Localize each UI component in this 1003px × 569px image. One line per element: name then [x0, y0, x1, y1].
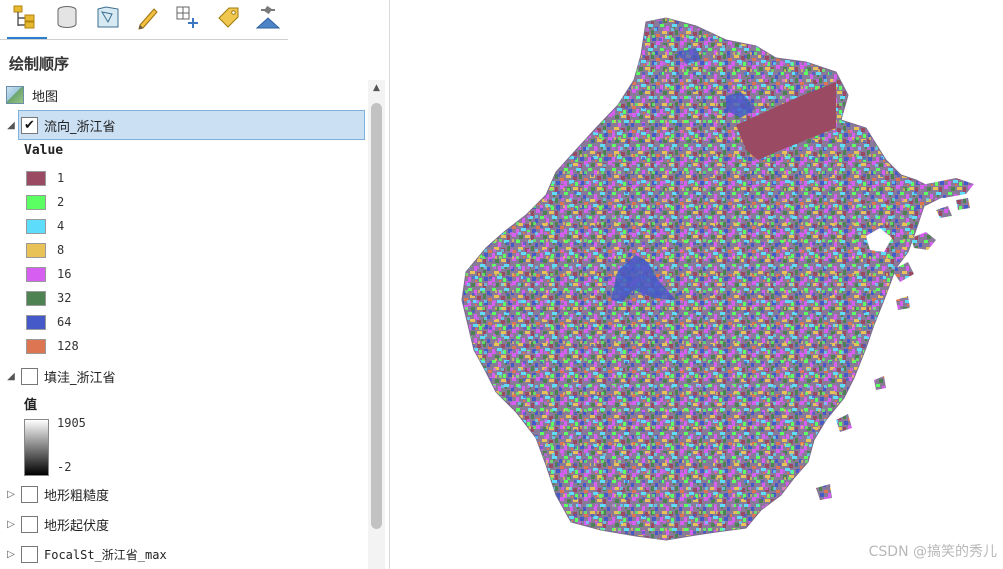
expand-arrow-icon[interactable]: ▷ — [3, 549, 19, 560]
legend-class-item[interactable]: 4 — [26, 217, 64, 235]
layer-label: FocalSt_浙江省_max — [44, 547, 167, 562]
legend-class-item[interactable]: 32 — [26, 289, 71, 307]
layer-label: 地形粗糙度 — [44, 488, 110, 504]
toolbar-divider — [0, 39, 288, 40]
legend-class-label: 8 — [57, 243, 65, 257]
legend-color-swatch[interactable] — [26, 290, 46, 306]
expand-arrow-icon[interactable]: ▷ — [3, 489, 19, 500]
legend-color-swatch[interactable] — [26, 338, 46, 354]
legend-class-item[interactable]: 8 — [26, 241, 64, 259]
legend-color-swatch[interactable] — [26, 194, 46, 210]
legend-class-item[interactable]: 1 — [26, 169, 64, 187]
layer-visibility-checkbox[interactable] — [21, 515, 38, 533]
list-by-perspective-imagery-icon[interactable] — [252, 0, 284, 34]
expand-arrow-icon[interactable]: ▷ — [3, 519, 19, 530]
map-label: 地图 — [32, 89, 59, 105]
layer-label: 流向_浙江省 — [44, 119, 116, 135]
list-by-snapping-icon[interactable] — [171, 0, 203, 34]
legend-heading: 值 — [24, 398, 38, 413]
legend-class-label: 4 — [57, 219, 65, 233]
list-by-labeling-icon[interactable] — [212, 0, 244, 34]
layer-tree: 地图 ◢ ✔ 流向_浙江省 Value 1 2 4 8 16 32 64 128 ◢ 填洼_浙… — [0, 80, 368, 569]
layer-visibility-checkbox[interactable] — [21, 485, 38, 503]
layer-visibility-checkbox[interactable] — [21, 545, 38, 563]
layer-label: 地形起伏度 — [44, 518, 110, 534]
layer-visibility-checkbox[interactable]: ✔ — [21, 116, 38, 134]
legend-class-item[interactable]: 16 — [26, 265, 71, 283]
layer-flow-direction[interactable]: ◢ ✔ 流向_浙江省 — [0, 113, 116, 137]
legend-color-swatch[interactable] — [26, 242, 46, 258]
map-node[interactable]: 地图 — [6, 83, 58, 107]
stretch-color-ramp — [24, 419, 49, 476]
legend-class-item[interactable]: 128 — [26, 337, 79, 355]
map-icon — [6, 86, 24, 104]
list-by-data-source-icon[interactable] — [51, 0, 83, 34]
scroll-thumb[interactable] — [371, 103, 382, 529]
collapse-arrow-icon[interactable]: ◢ — [3, 371, 19, 382]
legend-class-item[interactable]: 2 — [26, 193, 64, 211]
contents-pane: 绘制顺序 地图 ◢ ✔ 流向_浙江省 Value 1 2 4 8 16 32 64 128 ◢… — [0, 0, 390, 569]
layer-visibility-checkbox[interactable] — [21, 367, 38, 385]
layer-focal-statistics[interactable]: ▷ FocalSt_浙江省_max — [0, 542, 167, 566]
contents-scrollbar[interactable]: ▲ — [368, 80, 385, 569]
legend-class-label: 16 — [57, 267, 72, 281]
legend-class-item[interactable]: 64 — [26, 313, 71, 331]
contents-toolbar — [0, 0, 390, 42]
legend-class-label: 1 — [57, 171, 65, 185]
legend-class-label: 64 — [57, 315, 72, 329]
ramp-max-label: 1905 — [57, 416, 86, 430]
map-view[interactable]: CSDN @搞笑的秀儿 — [396, 0, 1003, 569]
watermark-text: CSDN @搞笑的秀儿 — [868, 544, 997, 560]
scroll-up-arrow-icon[interactable]: ▲ — [368, 80, 385, 96]
legend-color-swatch[interactable] — [26, 218, 46, 234]
layer-roughness[interactable]: ▷ 地形粗糙度 — [0, 482, 109, 506]
layer-label: 填洼_浙江省 — [44, 370, 116, 386]
list-by-editing-icon[interactable] — [132, 0, 164, 34]
legend-heading: Value — [24, 143, 64, 158]
legend-class-label: 32 — [57, 291, 72, 305]
list-by-drawing-order-icon[interactable] — [8, 0, 40, 34]
legend-color-swatch[interactable] — [26, 314, 46, 330]
flow-direction-raster — [461, 17, 974, 541]
legend-color-swatch[interactable] — [26, 266, 46, 282]
list-by-selection-icon[interactable] — [92, 0, 124, 34]
collapse-arrow-icon[interactable]: ◢ — [3, 120, 19, 131]
legend-color-swatch[interactable] — [26, 170, 46, 186]
layer-relief[interactable]: ▷ 地形起伏度 — [0, 512, 109, 536]
layer-fill[interactable]: ◢ 填洼_浙江省 — [0, 364, 116, 388]
pane-title: 绘制顺序 — [9, 55, 70, 73]
ramp-min-label: -2 — [57, 460, 72, 474]
legend-class-label: 2 — [57, 195, 65, 209]
legend-class-label: 128 — [57, 339, 79, 353]
